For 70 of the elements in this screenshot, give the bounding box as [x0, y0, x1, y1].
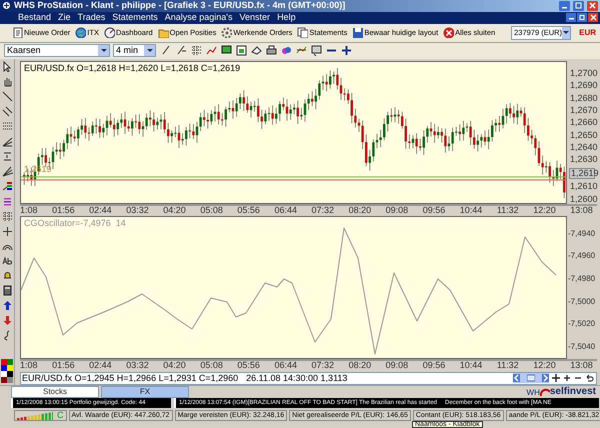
time-label: 10:44	[460, 206, 482, 216]
time-label: 13:08	[570, 361, 593, 370]
oscillator-value-label: -7,4940	[568, 230, 595, 238]
time-label: 05:56	[237, 361, 260, 370]
time-label: 08:20	[348, 361, 372, 370]
price-label: 1,2640	[569, 143, 595, 152]
oscillator-value-label: -7,4960	[568, 252, 595, 260]
price-label: 1,2690	[569, 81, 595, 90]
price-label: 1,2650	[569, 130, 595, 140]
connection-status: C	[57, 410, 64, 420]
menu-item[interactable]: Zie	[58, 13, 71, 22]
logo-name: selfinvest	[550, 387, 596, 398]
menu-item[interactable]: Bestand	[18, 13, 52, 22]
menu-item[interactable]: Statements	[112, 13, 158, 22]
chart-type-dropdown[interactable]: Kaarsen	[4, 44, 110, 58]
time-label: 06:44	[274, 206, 297, 216]
time-label: 04:20	[163, 361, 186, 370]
menu-item[interactable]: Analyse pagina's	[164, 13, 233, 22]
time-label: 1:08	[20, 206, 38, 216]
price-label: 1,2600	[569, 194, 595, 204]
time-label: 04:20	[163, 206, 186, 216]
price-label: 1,2610	[569, 182, 595, 192]
time-label: 02:44	[89, 206, 112, 216]
price-legend: EUR/USD.fx O=1,2618 H=1,2620 L=1,2618 C=1,2619	[24, 64, 240, 73]
price-label: 1,2700	[569, 68, 595, 78]
currency-label: EUR	[579, 28, 596, 37]
time-label: 09:08	[386, 206, 408, 216]
interval-dropdown[interactable]: 4 min	[113, 44, 156, 58]
oscillator-value-label: -7,4980	[568, 274, 595, 283]
oscillator-value-label: -7,5020	[568, 320, 595, 328]
tab[interactable]: Stocks	[11, 386, 99, 398]
time-label: 07:32	[312, 206, 334, 216]
oscillator-value-label: -7,5000	[568, 298, 595, 306]
menu-item[interactable]: Trades	[78, 13, 106, 22]
time-label: 03:32	[126, 206, 149, 216]
time-label: 10:44	[460, 361, 482, 370]
time-label: 06:44	[274, 361, 297, 370]
time-label: 08:20	[348, 206, 372, 216]
time-label: 1:08	[20, 361, 38, 370]
time-label: 13:08	[570, 206, 593, 216]
time-label: 05:08	[200, 361, 223, 370]
time-label: 01:56	[52, 206, 75, 216]
price-label: 1,2630	[569, 155, 595, 164]
time-label: 12:20	[533, 206, 556, 216]
menu-item[interactable]: Help	[277, 13, 296, 22]
interval-value: 4 min	[116, 46, 138, 56]
time-label: 07:32	[312, 361, 334, 370]
quote-text: EUR/USD.fx O=1,2945 H=1,2966 L=1,2931 C=1,2960	[22, 374, 238, 383]
time-label: 02:44	[89, 361, 112, 370]
time-label: 05:56	[237, 206, 260, 216]
timestamp-text: 26.11.08 14:30:00 1,3113	[246, 374, 348, 383]
time-label: 09:56	[422, 361, 446, 370]
price-label: 1,2680	[569, 94, 595, 103]
time-label: 11:32	[496, 361, 519, 370]
time-label: 01:56	[52, 361, 75, 370]
time-label: 11:32	[496, 206, 519, 216]
time-label: 12:20	[533, 361, 556, 370]
price-label: 1,2670	[569, 106, 595, 115]
time-label: 09:56	[422, 206, 446, 216]
menu-item[interactable]: Venster	[240, 13, 270, 22]
oscillator-value-label: -7,5040	[568, 342, 595, 351]
logo-prefix: WH	[526, 389, 540, 398]
oscillator-legend: CGOscillator=-7,4976 14	[24, 218, 126, 228]
time-label: 03:32	[126, 361, 149, 370]
tab[interactable]: FX	[101, 386, 189, 398]
time-label: 05:08	[200, 206, 223, 216]
time-label: 09:08	[386, 361, 408, 370]
window-title: WHS ProStation - Klant - philippe - [Grafiek 3 - EUR/USD.fx - 4m (GMT+00:00)]	[14, 1, 346, 10]
price-label: 1,2660	[569, 118, 595, 128]
chart-type-value: Kaarsen	[7, 46, 41, 56]
